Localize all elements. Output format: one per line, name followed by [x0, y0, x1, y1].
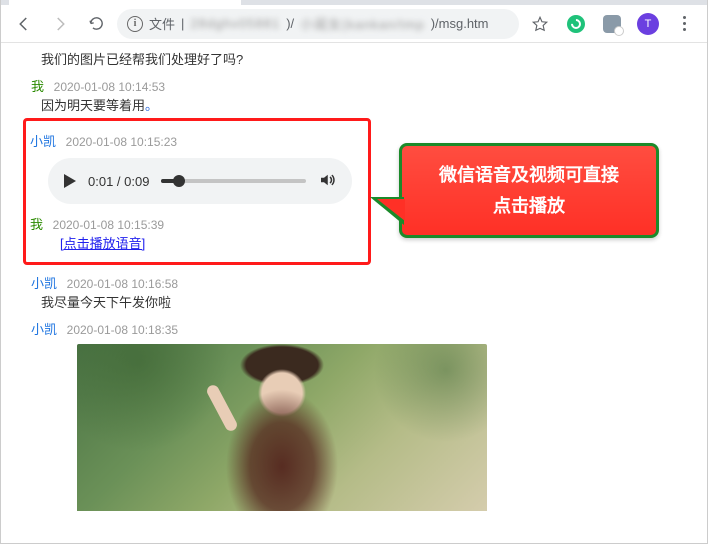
sender-name: 小凯: [31, 276, 57, 291]
message-timestamp: 2020-01-08 10:16:58: [67, 277, 178, 291]
forward-button[interactable]: [45, 9, 75, 39]
url-blur-segment: 28dghv05881: [190, 16, 280, 31]
site-info-icon[interactable]: i: [127, 16, 143, 32]
page-content: 我们的图片已经帮我们处理好了吗? 我 2020-01-08 10:14:53 因…: [1, 43, 707, 511]
close-window-button[interactable]: [659, 0, 703, 3]
profile-avatar[interactable]: T: [633, 9, 663, 39]
address-bar[interactable]: i 文件 | 28dghv05881 )/ 小闺女(kankan/tmp )/m…: [117, 9, 519, 39]
message-timestamp: 2020-01-08 10:18:35: [67, 323, 178, 337]
message-header: 我 2020-01-08 10:14:53: [31, 76, 691, 95]
tab-strip: 微信聊天记录-楼月微信聊天记录: [1, 0, 707, 5]
sender-name: 我: [30, 217, 43, 232]
browser-toolbar: i 文件 | 28dghv05881 )/ 小闺女(kankan/tmp )/m…: [1, 5, 707, 43]
browser-menu-button[interactable]: [669, 9, 699, 39]
message-text: 我尽量今天下午发你啦: [31, 292, 691, 311]
message-timestamp: 2020-01-08 10:15:23: [66, 135, 177, 149]
sender-name: 我: [31, 79, 44, 94]
play-voice-link[interactable]: [点击播放语音]: [30, 233, 360, 252]
extension-green-icon[interactable]: [561, 9, 591, 39]
window-controls: [567, 0, 707, 5]
new-tab-button[interactable]: [245, 0, 273, 5]
volume-icon[interactable]: [318, 171, 336, 192]
audio-player[interactable]: 0:01 / 0:09: [48, 158, 352, 204]
extension-gray-icon[interactable]: [597, 9, 627, 39]
message-text: 因为明天要等着用。: [31, 95, 691, 114]
bookmark-star-button[interactable]: [525, 9, 555, 39]
message-header: 小凯 2020-01-08 10:16:58: [31, 273, 691, 292]
message-header: 小凯 2020-01-08 10:15:23: [30, 131, 360, 150]
browser-tab-active[interactable]: 微信聊天记录-楼月微信聊天记录: [9, 0, 241, 5]
message-timestamp: 2020-01-08 10:15:39: [53, 218, 164, 232]
message-header: 我 2020-01-08 10:15:39: [30, 214, 360, 233]
audio-time: 0:01 / 0:09: [88, 174, 149, 189]
reload-button[interactable]: [81, 9, 111, 39]
maximize-button[interactable]: [615, 0, 659, 3]
audio-seek-track[interactable]: [161, 179, 306, 183]
annotation-callout: 微信语音及视频可直接 点击播放: [399, 143, 659, 238]
callout-line: 微信语音及视频可直接: [412, 160, 646, 191]
back-button[interactable]: [9, 9, 39, 39]
minimize-button[interactable]: [571, 0, 615, 3]
sender-name: 小凯: [31, 322, 57, 337]
highlight-box: 小凯 2020-01-08 10:15:23 0:01 / 0:09 我 202…: [23, 118, 371, 265]
url-suffix: )/msg.htm: [431, 16, 489, 31]
message-text: 我们的图片已经帮我们处理好了吗?: [31, 49, 691, 68]
sender-name: 小凯: [30, 134, 56, 149]
image-attachment[interactable]: [77, 344, 487, 511]
callout-line: 点击播放: [412, 191, 646, 222]
message-timestamp: 2020-01-08 10:14:53: [54, 80, 165, 94]
play-icon[interactable]: [64, 174, 76, 188]
url-scheme-label: 文件: [149, 14, 175, 33]
url-blur-segment: 小闺女(kankan/tmp: [300, 14, 425, 33]
message-header: 小凯 2020-01-08 10:18:35: [31, 319, 691, 338]
